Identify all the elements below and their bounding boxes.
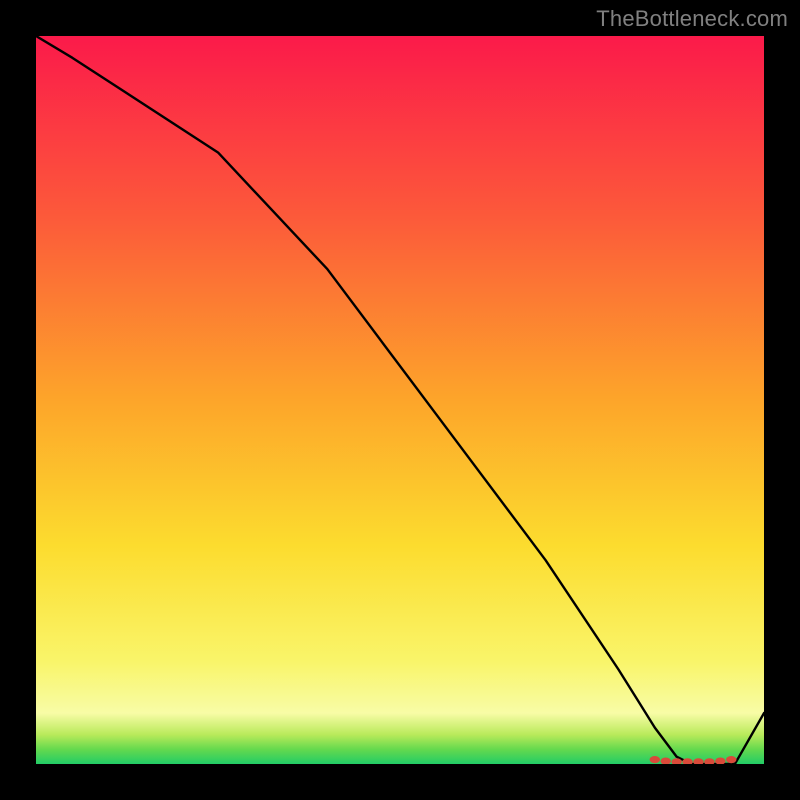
line-marker	[726, 756, 736, 763]
chart-overlay	[36, 36, 764, 764]
plot-area	[36, 36, 764, 764]
watermark-label: TheBottleneck.com	[596, 6, 788, 32]
line-marker	[661, 757, 671, 764]
line-marker	[715, 757, 725, 764]
data-line	[36, 36, 764, 764]
line-marker	[693, 758, 703, 764]
chart-container: TheBottleneck.com	[0, 0, 800, 800]
line-marker	[650, 756, 660, 763]
line-marker	[704, 758, 714, 764]
